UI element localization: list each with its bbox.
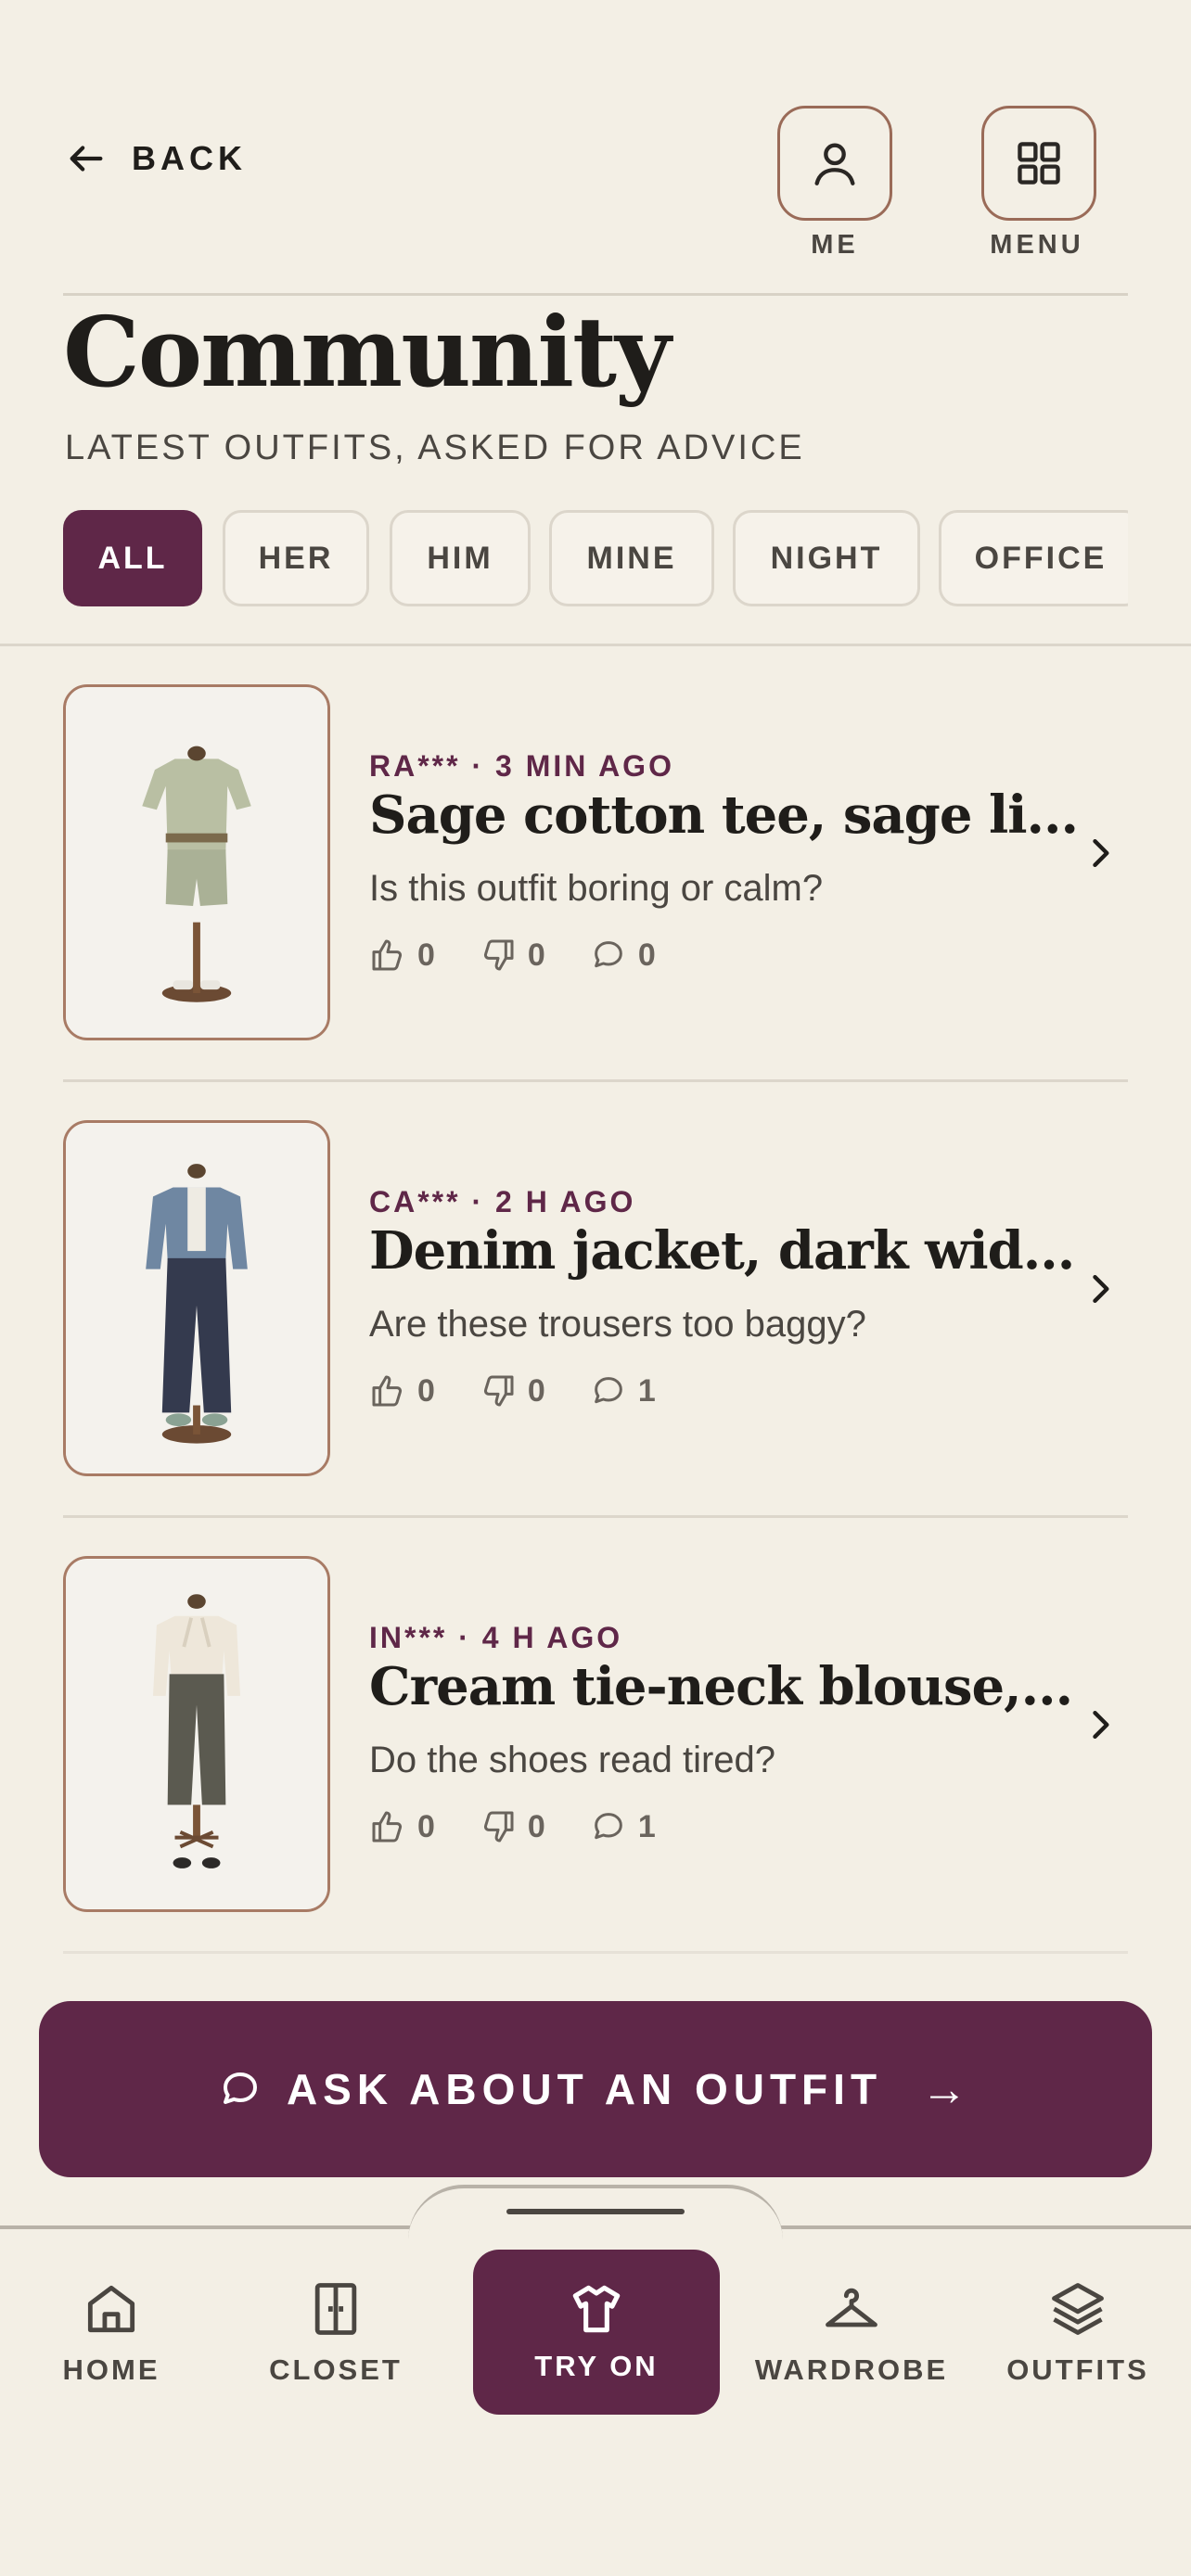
post-divider	[63, 1079, 1128, 1082]
profile-button[interactable]	[777, 106, 892, 221]
nav-outfits-label: OUTFITS	[1006, 2353, 1149, 2386]
filter-chip-mine[interactable]: MINE	[549, 510, 714, 606]
ask-about-outfit-button[interactable]: ASK ABOUT AN OUTFIT →	[39, 2001, 1152, 2177]
post-stats: 0 0 1	[369, 1808, 700, 1845]
filter-chip-all[interactable]: ALL	[63, 510, 202, 606]
thumbs-up-icon	[372, 1375, 403, 1407]
post-stats: 0 0 0	[369, 937, 700, 974]
post-meta: RA*** · 3 MIN AGO	[369, 749, 674, 783]
like-button[interactable]: 0	[369, 937, 435, 974]
comment-button[interactable]: 1	[590, 1808, 656, 1845]
post-question: Do the shoes read tired?	[369, 1740, 776, 1780]
like-button[interactable]: 0	[369, 1372, 435, 1409]
outfit-thumbnail	[63, 1120, 330, 1476]
thumbs-down-icon	[483, 939, 514, 971]
post-title: Sage cotton tee, sage li...	[369, 784, 1079, 846]
dislike-button[interactable]: 0	[480, 1372, 545, 1409]
like-count: 0	[417, 1808, 435, 1844]
comment-count: 1	[637, 1808, 656, 1844]
nav-closet-label: CLOSET	[269, 2353, 403, 2386]
post-divider	[63, 1951, 1128, 1954]
filter-chip-office[interactable]: OFFICE	[939, 510, 1128, 606]
dislike-count: 0	[527, 1808, 545, 1844]
like-button[interactable]: 0	[369, 1808, 435, 1845]
grid-icon	[1018, 142, 1060, 185]
nav-try-on[interactable]: TRY ON	[473, 2250, 720, 2415]
filter-chip-her[interactable]: HER	[223, 510, 369, 606]
nav-wardrobe-label: WARDROBE	[754, 2353, 949, 2386]
post-title: Cream tie-neck blouse,...	[369, 1656, 1073, 1717]
post-card[interactable]: CA*** · 2 H AGO Denim jacket, dark wid..…	[63, 1120, 1128, 1476]
nav-outfits[interactable]: OUTFITS	[976, 2277, 1180, 2387]
chevron-right-icon	[1093, 1710, 1109, 1740]
filter-chips: ALL HER HIM MINE NIGHT OFFICE	[63, 510, 1128, 606]
like-count: 0	[417, 1372, 435, 1409]
nav-try-on-label: TRY ON	[534, 2350, 659, 2382]
hanger-icon	[826, 2288, 877, 2327]
post-title: Denim jacket, dark wid...	[369, 1220, 1075, 1282]
user-icon	[814, 143, 855, 185]
post-question: Are these trousers too baggy?	[369, 1304, 866, 1345]
comment-count: 1	[637, 1372, 656, 1409]
closet-icon	[314, 2283, 357, 2335]
comment-icon	[595, 941, 622, 968]
page-subtitle: LATEST OUTFITS, ASKED FOR ADVICE	[65, 428, 805, 467]
post-card[interactable]: IN*** · 4 H AGO Cream tie-neck blouse,..…	[63, 1556, 1128, 1912]
nav-home[interactable]: HOME	[9, 2277, 213, 2387]
comment-icon	[595, 1377, 622, 1404]
layers-icon	[1052, 2283, 1104, 2335]
comment-button[interactable]: 0	[590, 937, 656, 974]
post-meta: IN*** · 4 H AGO	[369, 1621, 623, 1654]
comment-count: 0	[637, 937, 656, 973]
post-divider	[63, 1515, 1128, 1518]
dislike-button[interactable]: 0	[480, 937, 545, 974]
filter-chip-night[interactable]: NIGHT	[733, 510, 920, 606]
arrow-left-icon	[70, 146, 103, 172]
thumbs-down-icon	[483, 1811, 514, 1843]
comment-button[interactable]: 1	[590, 1372, 656, 1409]
dislike-count: 0	[527, 1372, 545, 1409]
post-question: Is this outfit boring or calm?	[369, 868, 824, 909]
nav-wardrobe[interactable]: WARDROBE	[749, 2277, 954, 2387]
outfit-thumbnail	[63, 1556, 330, 1912]
arrow-right-icon: →	[921, 2063, 974, 2115]
back-label: BACK	[132, 139, 247, 177]
dislike-count: 0	[527, 937, 545, 973]
thumbs-up-icon	[372, 1811, 403, 1843]
nav-closet[interactable]: CLOSET	[234, 2277, 438, 2387]
chevron-right-icon	[1093, 1274, 1109, 1304]
dislike-button[interactable]: 0	[480, 1808, 545, 1845]
outfit-thumbnail	[63, 684, 330, 1040]
comment-icon	[223, 2072, 257, 2104]
page-title: Community	[63, 295, 671, 409]
shirt-icon	[572, 2285, 621, 2333]
thumbs-down-icon	[483, 1375, 514, 1407]
filter-chip-him[interactable]: HIM	[390, 510, 531, 606]
back-button[interactable]: BACK	[65, 137, 247, 180]
drag-handle[interactable]	[506, 2209, 685, 2214]
post-meta: CA*** · 2 H AGO	[369, 1185, 636, 1218]
post-card[interactable]: RA*** · 3 MIN AGO Sage cotton tee, sage …	[63, 684, 1128, 1040]
home-icon	[87, 2285, 135, 2333]
filters-divider	[0, 644, 1191, 646]
chevron-right-icon	[1093, 838, 1109, 868]
menu-caption: MENU	[990, 230, 1084, 260]
post-stats: 0 0 1	[369, 1372, 700, 1409]
like-count: 0	[417, 937, 435, 973]
nav-home-label: HOME	[62, 2353, 160, 2386]
thumbs-up-icon	[372, 939, 403, 971]
ask-button-label: ASK ABOUT AN OUTFIT	[286, 2065, 883, 2113]
menu-button[interactable]	[981, 106, 1096, 221]
profile-caption: ME	[811, 230, 859, 260]
comment-icon	[595, 1813, 622, 1840]
